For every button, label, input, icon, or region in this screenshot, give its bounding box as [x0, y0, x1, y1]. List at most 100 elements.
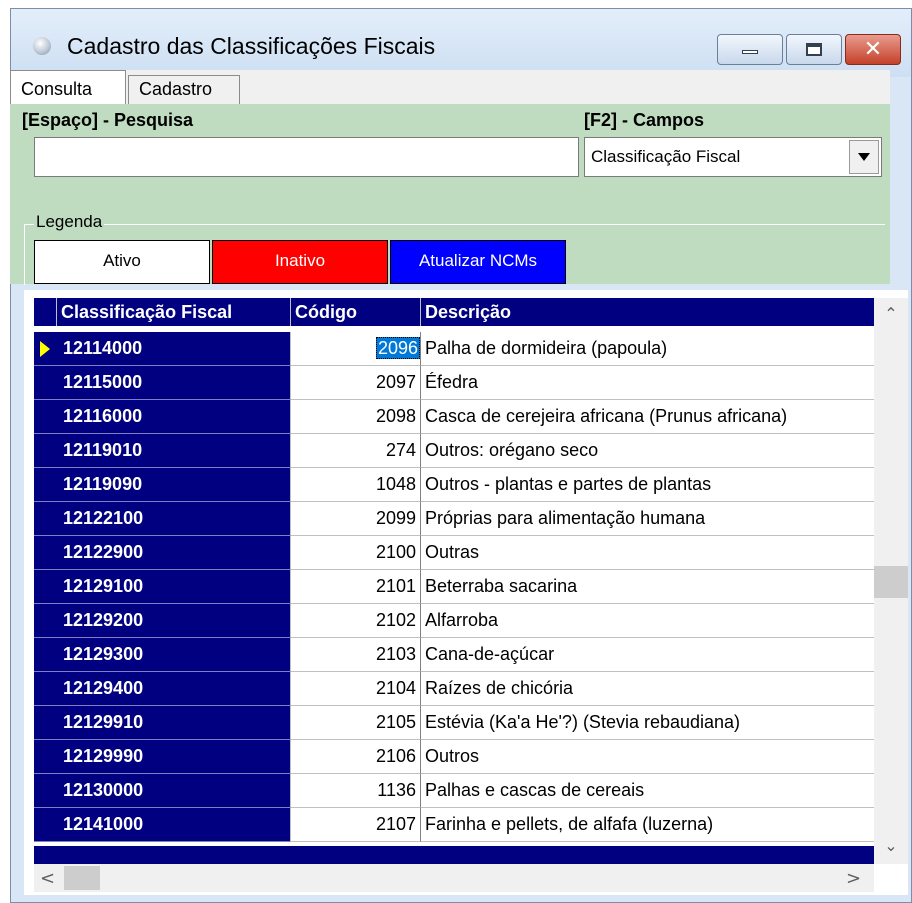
- table-row[interactable]: 12129300 2103 Cana-de-açúcar: [34, 638, 874, 672]
- row-indicator: [34, 706, 57, 740]
- horizontal-scrollbar[interactable]: < >: [34, 864, 874, 892]
- row-indicator: [34, 638, 57, 672]
- scroll-right-icon[interactable]: >: [846, 868, 861, 889]
- cell-classificacao[interactable]: 12129300: [57, 638, 291, 672]
- cell-codigo-selected[interactable]: 2096: [375, 337, 420, 359]
- vertical-scroll-thumb[interactable]: [874, 566, 908, 598]
- cell-descricao[interactable]: Outros: orégano seco: [421, 434, 874, 468]
- cell-descricao[interactable]: Palhas e cascas de cereais: [421, 774, 874, 808]
- cell-descricao[interactable]: Farinha e pellets, de alfafa (luzerna): [421, 808, 874, 842]
- cell-codigo[interactable]: 1136: [291, 774, 421, 808]
- dropdown-button[interactable]: [849, 140, 879, 174]
- cell-classificacao[interactable]: 12129100: [57, 570, 291, 604]
- table-row[interactable]: 12129100 2101 Beterraba sacarina: [34, 570, 874, 604]
- cell-descricao[interactable]: Alfarroba: [421, 604, 874, 638]
- table-row[interactable]: 12116000 2098 Casca de cerejeira african…: [34, 400, 874, 434]
- app-icon: [33, 37, 51, 55]
- cell-descricao[interactable]: Outras: [421, 536, 874, 570]
- column-header-classificacao[interactable]: Classificação Fiscal: [57, 298, 291, 326]
- row-indicator: [34, 366, 57, 400]
- row-indicator: [34, 434, 57, 468]
- cell-classificacao[interactable]: 12129910: [57, 706, 291, 740]
- maximize-button[interactable]: [786, 34, 842, 65]
- cell-codigo[interactable]: 2100: [291, 536, 421, 570]
- cell-classificacao[interactable]: 12116000: [57, 400, 291, 434]
- cell-descricao[interactable]: Outros - plantas e partes de plantas: [421, 468, 874, 502]
- cell-classificacao[interactable]: 12129990: [57, 740, 291, 774]
- data-grid[interactable]: Classificação Fiscal Código Descrição 12…: [24, 290, 908, 895]
- minimize-icon: [742, 50, 758, 54]
- cell-codigo[interactable]: 2097: [291, 366, 421, 400]
- cell-classificacao[interactable]: 12119090: [57, 468, 291, 502]
- table-row[interactable]: 12130000 1136 Palhas e cascas de cereais: [34, 774, 874, 808]
- cell-descricao[interactable]: Casca de cerejeira africana (Prunus afri…: [421, 400, 874, 434]
- column-header-descricao[interactable]: Descrição: [421, 298, 874, 326]
- close-button[interactable]: ✕: [845, 34, 901, 65]
- cell-codigo[interactable]: 2101: [291, 570, 421, 604]
- row-pointer-icon: [40, 341, 50, 357]
- tab-cadastro[interactable]: Cadastro: [128, 75, 240, 104]
- fields-select[interactable]: Classificação Fiscal: [584, 137, 882, 177]
- column-header-codigo[interactable]: Código: [291, 298, 421, 326]
- title-bar[interactable]: Cadastro das Classificações Fiscais ✕: [11, 9, 911, 77]
- row-indicator: [34, 536, 57, 570]
- row-indicator: [34, 808, 57, 842]
- cell-classificacao[interactable]: 12119010: [57, 434, 291, 468]
- table-row[interactable]: 12122100 2099 Próprias para alimentação …: [34, 502, 874, 536]
- cell-codigo[interactable]: 2099: [291, 502, 421, 536]
- cell-descricao[interactable]: Próprias para alimentação humana: [421, 502, 874, 536]
- cell-classificacao[interactable]: 12129400: [57, 672, 291, 706]
- table-row[interactable]: 12119090 1048 Outros - plantas e partes …: [34, 468, 874, 502]
- cell-descricao[interactable]: Beterraba sacarina: [421, 570, 874, 604]
- table-row[interactable]: 12119010 274 Outros: orégano seco: [34, 434, 874, 468]
- chevron-down-icon: [858, 153, 870, 161]
- cell-codigo[interactable]: 2102: [291, 604, 421, 638]
- table-row[interactable]: 12114000 2096 Palha de dormideira (papou…: [34, 332, 874, 366]
- cell-classificacao[interactable]: 12141000: [57, 808, 291, 842]
- cell-codigo[interactable]: 2107: [291, 808, 421, 842]
- scroll-up-icon[interactable]: ⌃: [874, 304, 908, 323]
- fields-select-value: Classificação Fiscal: [591, 147, 741, 166]
- tab-strip: Consulta Cadastro: [10, 70, 890, 106]
- table-row[interactable]: 12141000 2107 Farinha e pellets, de alfa…: [34, 808, 874, 842]
- cell-classificacao[interactable]: 12115000: [57, 366, 291, 400]
- cell-codigo[interactable]: 2106: [291, 740, 421, 774]
- cell-classificacao[interactable]: 12122900: [57, 536, 291, 570]
- tab-consulta[interactable]: Consulta: [10, 70, 126, 106]
- cell-codigo[interactable]: 2105: [291, 706, 421, 740]
- row-indicator: [34, 332, 57, 366]
- cell-classificacao[interactable]: 12122100: [57, 502, 291, 536]
- vertical-scrollbar[interactable]: ⌃ ⌄: [874, 298, 908, 864]
- cell-classificacao[interactable]: 12130000: [57, 774, 291, 808]
- grid-footer-band: [34, 846, 874, 864]
- row-indicator: [34, 502, 57, 536]
- legend-inativo: Inativo: [212, 240, 388, 284]
- grid-header: Classificação Fiscal Código Descrição: [34, 298, 874, 326]
- table-row[interactable]: 12129990 2106 Outros: [34, 740, 874, 774]
- cell-classificacao[interactable]: 12129200: [57, 604, 291, 638]
- cell-descricao[interactable]: Outros: [421, 740, 874, 774]
- cell-descricao[interactable]: Éfedra: [421, 366, 874, 400]
- minimize-button[interactable]: [717, 34, 783, 65]
- cell-codigo[interactable]: 1048: [291, 468, 421, 502]
- horizontal-scroll-thumb[interactable]: [64, 866, 100, 890]
- cell-codigo[interactable]: 2096: [291, 332, 421, 366]
- table-row[interactable]: 12129910 2105 Estévia (Ka'a He'?) (Stevi…: [34, 706, 874, 740]
- cell-codigo[interactable]: 2104: [291, 672, 421, 706]
- cell-codigo[interactable]: 2103: [291, 638, 421, 672]
- table-row[interactable]: 12115000 2097 Éfedra: [34, 366, 874, 400]
- cell-descricao[interactable]: Raízes de chicória: [421, 672, 874, 706]
- cell-classificacao[interactable]: 12114000: [57, 332, 291, 366]
- cell-descricao[interactable]: Estévia (Ka'a He'?) (Stevia rebaudiana): [421, 706, 874, 740]
- table-row[interactable]: 12129200 2102 Alfarroba: [34, 604, 874, 638]
- legend-title: Legenda: [34, 212, 105, 232]
- cell-descricao[interactable]: Cana-de-açúcar: [421, 638, 874, 672]
- scroll-left-icon[interactable]: <: [40, 868, 55, 889]
- scroll-down-icon[interactable]: ⌄: [874, 836, 908, 855]
- cell-codigo[interactable]: 274: [291, 434, 421, 468]
- search-input[interactable]: [34, 137, 579, 177]
- table-row[interactable]: 12129400 2104 Raízes de chicória: [34, 672, 874, 706]
- table-row[interactable]: 12122900 2100 Outras: [34, 536, 874, 570]
- cell-codigo[interactable]: 2098: [291, 400, 421, 434]
- cell-descricao[interactable]: Palha de dormideira (papoula): [421, 332, 874, 366]
